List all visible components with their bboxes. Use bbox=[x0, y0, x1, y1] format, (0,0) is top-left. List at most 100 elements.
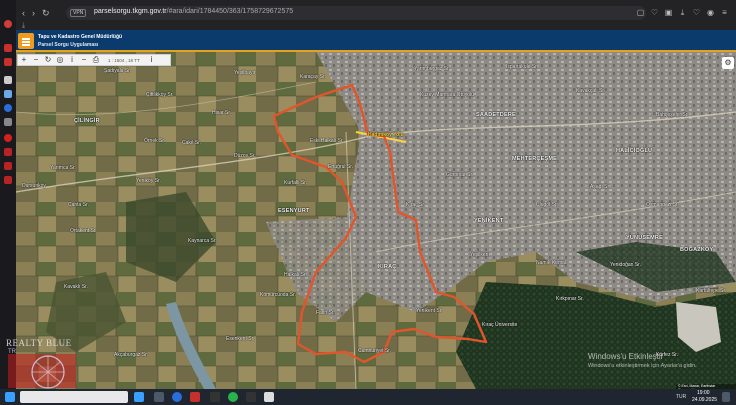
browser-toolbar: ‹ › ↻ VPN parselsorgu.tkgm.gov.tr/#ara/i… bbox=[16, 0, 736, 30]
reload-button[interactable]: ↻ bbox=[42, 8, 50, 19]
download-icon[interactable]: ⤓ bbox=[678, 8, 687, 17]
task-view-icon[interactable] bbox=[154, 392, 164, 402]
info-icon[interactable]: i bbox=[66, 55, 78, 65]
map-imagery bbox=[16, 52, 736, 389]
browser-logo-icon[interactable] bbox=[4, 20, 12, 28]
map-label: Bahçeşehir Sr. bbox=[656, 112, 689, 118]
map-label: SAADETDERE bbox=[476, 112, 516, 118]
map-label: Hadımköy Yolu bbox=[368, 132, 404, 138]
map-label: Aşağı Sr. bbox=[590, 184, 611, 190]
map-label: Örnek Sr. bbox=[144, 138, 166, 144]
notification-icon[interactable] bbox=[722, 392, 730, 402]
app-header: Tapu ve Kadastro Genel Müdürlüğü Parsel … bbox=[16, 30, 736, 52]
windows-logo-icon[interactable] bbox=[134, 392, 144, 402]
map-label: Çanta Sr. bbox=[68, 202, 89, 208]
map-label: Kıraç Sr. bbox=[406, 202, 426, 208]
forward-button[interactable]: › bbox=[32, 8, 35, 18]
map-label: MEHTERÇEŞME bbox=[512, 156, 557, 162]
menu-bar-3 bbox=[22, 44, 30, 46]
sidebar-icon-8[interactable] bbox=[4, 148, 12, 156]
browser-sidebar bbox=[0, 0, 16, 389]
menu-bar-2 bbox=[22, 41, 30, 43]
map-label: Yeniköy Sr. bbox=[136, 178, 161, 184]
heart-icon[interactable]: ♡ bbox=[692, 8, 701, 17]
tray-language[interactable]: TUR bbox=[676, 394, 686, 400]
menu-icon[interactable]: ≡ bbox=[720, 8, 729, 17]
locate-icon[interactable]: ◎ bbox=[54, 55, 66, 65]
vpn-badge[interactable]: VPN bbox=[70, 9, 87, 17]
taskbar-search-input[interactable] bbox=[20, 391, 128, 403]
extensions-icon[interactable]: ▣ bbox=[664, 8, 673, 17]
map-label: Kartaltepe Sr. bbox=[696, 288, 727, 294]
map-label: YENİKENT bbox=[474, 218, 504, 224]
sidebar-icon-4[interactable] bbox=[4, 90, 12, 98]
refresh-icon[interactable]: ↻ bbox=[42, 55, 54, 65]
sidebar-icon-5[interactable] bbox=[4, 104, 12, 112]
map-label: Kömürcüoda Sr. bbox=[260, 292, 296, 298]
app-icon-4[interactable] bbox=[264, 392, 274, 402]
app-icon-1[interactable] bbox=[190, 392, 200, 402]
whatsapp-icon[interactable] bbox=[228, 392, 238, 402]
sidebar-icon-1[interactable] bbox=[4, 44, 12, 52]
map-label: Çakıl Sr. bbox=[182, 140, 201, 146]
map-toolbar: + − ↻ ◎ i − ⎙ 1 : 1504 , 18 TT i bbox=[17, 54, 171, 66]
sidebar-icon-6[interactable] bbox=[4, 118, 12, 126]
bookmark-icon[interactable]: ♡ bbox=[650, 8, 659, 17]
profile-icon[interactable]: ◉ bbox=[706, 8, 715, 17]
map-label: Kırkpınar Sr. bbox=[556, 296, 584, 302]
zoom-in-button[interactable]: + bbox=[18, 55, 30, 65]
map-label: Cumhuriyet Sr. bbox=[358, 348, 392, 354]
browser-app-icon[interactable] bbox=[172, 392, 182, 402]
map-label: Düzce Sr. bbox=[234, 153, 256, 159]
sidebar-icon-10[interactable] bbox=[4, 176, 12, 184]
gear-icon[interactable]: ⚙ bbox=[722, 57, 734, 69]
map-label: Kurfallı Sr. bbox=[284, 180, 308, 186]
app-title: Parsel Sorgu Uygulaması bbox=[38, 42, 99, 48]
url-path: /#ara/idari/1784450/363/1758729672575 bbox=[166, 8, 294, 15]
map-label: Şadıyala Sr. bbox=[104, 68, 131, 74]
sidebar-icon-3[interactable] bbox=[4, 76, 12, 84]
menu-bar-1 bbox=[22, 38, 30, 40]
download-shelf-icon[interactable]: ⤓ bbox=[22, 22, 25, 30]
url-text: parselsorgu.tkgm.gov.tr/#ara/idari/17844… bbox=[94, 8, 293, 15]
map-label: Karaçay Sr. bbox=[300, 74, 326, 80]
map-label: Çiftlikköy Sr. bbox=[146, 92, 174, 98]
app-icon-3[interactable] bbox=[246, 392, 256, 402]
map-label: Ispartakule Sr. bbox=[506, 64, 538, 70]
sidebar-icon-9[interactable] bbox=[4, 162, 12, 170]
map-label: Yeşilbayır bbox=[234, 70, 256, 76]
watermark-logo: REALTY BLUE TR bbox=[6, 338, 78, 390]
taskbar-date[interactable]: 24.09.2025 bbox=[692, 397, 717, 403]
map-label: ESENYURT bbox=[278, 208, 310, 214]
map-label: Yenikent Sr. bbox=[416, 308, 443, 314]
scale-readout: 1 : 1504 , 18 TT bbox=[108, 57, 140, 63]
windows-activation-title: Windows'u Etkinleştir bbox=[588, 352, 664, 361]
screen: ‹ › ↻ VPN parselsorgu.tkgm.gov.tr/#ara/i… bbox=[0, 0, 736, 405]
map-label: Ulugöl Sr. bbox=[536, 202, 558, 208]
sidebar-icon-2[interactable] bbox=[4, 58, 12, 66]
satellite-map[interactable]: Şadıyala Sr. Yeşilbayır Karaçay Sr. Yarı… bbox=[16, 52, 736, 389]
map-label: Ertuğrul Sr. bbox=[328, 164, 354, 170]
map-label: Kuzey Marmara Otoyolu bbox=[420, 92, 474, 98]
map-label: HALİCİOĞLU bbox=[616, 148, 653, 154]
map-label: Kavakçalı Sr. bbox=[576, 88, 606, 94]
taskbar-time[interactable]: 19:00 bbox=[697, 390, 710, 396]
map-label: Esenkent Sr. bbox=[226, 336, 255, 342]
extra-info-icon[interactable]: i bbox=[146, 55, 158, 65]
windows-start-icon[interactable] bbox=[5, 392, 15, 402]
print-icon[interactable]: ⎙ bbox=[90, 55, 102, 65]
map-label: Halkalı Sr. bbox=[284, 272, 307, 278]
map-label: Kavaklı Sr. bbox=[64, 284, 88, 290]
address-bar[interactable]: VPN parselsorgu.tkgm.gov.tr/#ara/idari/1… bbox=[66, 6, 646, 20]
map-label: Gürpınar Sr. bbox=[446, 172, 474, 178]
watermark-line1: REALTY BLUE bbox=[6, 338, 72, 348]
map-label: KIRAÇ bbox=[378, 264, 397, 270]
measure-icon[interactable]: − bbox=[78, 55, 90, 65]
hamburger-menu-button[interactable] bbox=[18, 33, 34, 49]
app-icon-2[interactable] bbox=[210, 392, 220, 402]
map-label: Yarımburgaz Sr. bbox=[414, 66, 450, 72]
zoom-out-button[interactable]: − bbox=[30, 55, 42, 65]
sidebar-icon-7[interactable] bbox=[4, 134, 12, 142]
back-button[interactable]: ‹ bbox=[22, 8, 25, 18]
screenshot-icon[interactable]: ▢ bbox=[636, 8, 645, 17]
